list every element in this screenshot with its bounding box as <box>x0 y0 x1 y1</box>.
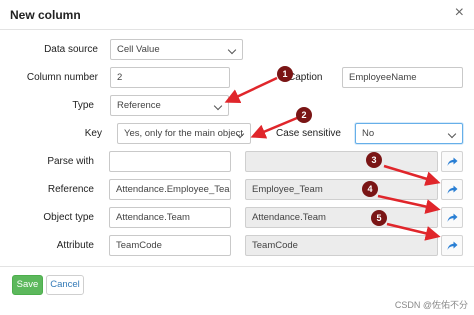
annotation-badge-3: 3 <box>366 152 382 168</box>
annotation-badge-4: 4 <box>362 181 378 197</box>
annotation-badge-1: 1 <box>277 66 293 82</box>
annotation-badge-5: 5 <box>371 210 387 226</box>
annotation-arrow-1 <box>224 76 278 104</box>
annotation-badge-2: 2 <box>296 107 312 123</box>
watermark: CSDN @佐佑不分 <box>394 300 468 310</box>
annotation-arrows <box>224 76 441 241</box>
annotation-arrow-2 <box>250 116 298 139</box>
annotation-arrow-5 <box>386 222 441 241</box>
annotation-arrow-4 <box>377 194 441 214</box>
annotation-arrow-3 <box>383 164 441 186</box>
